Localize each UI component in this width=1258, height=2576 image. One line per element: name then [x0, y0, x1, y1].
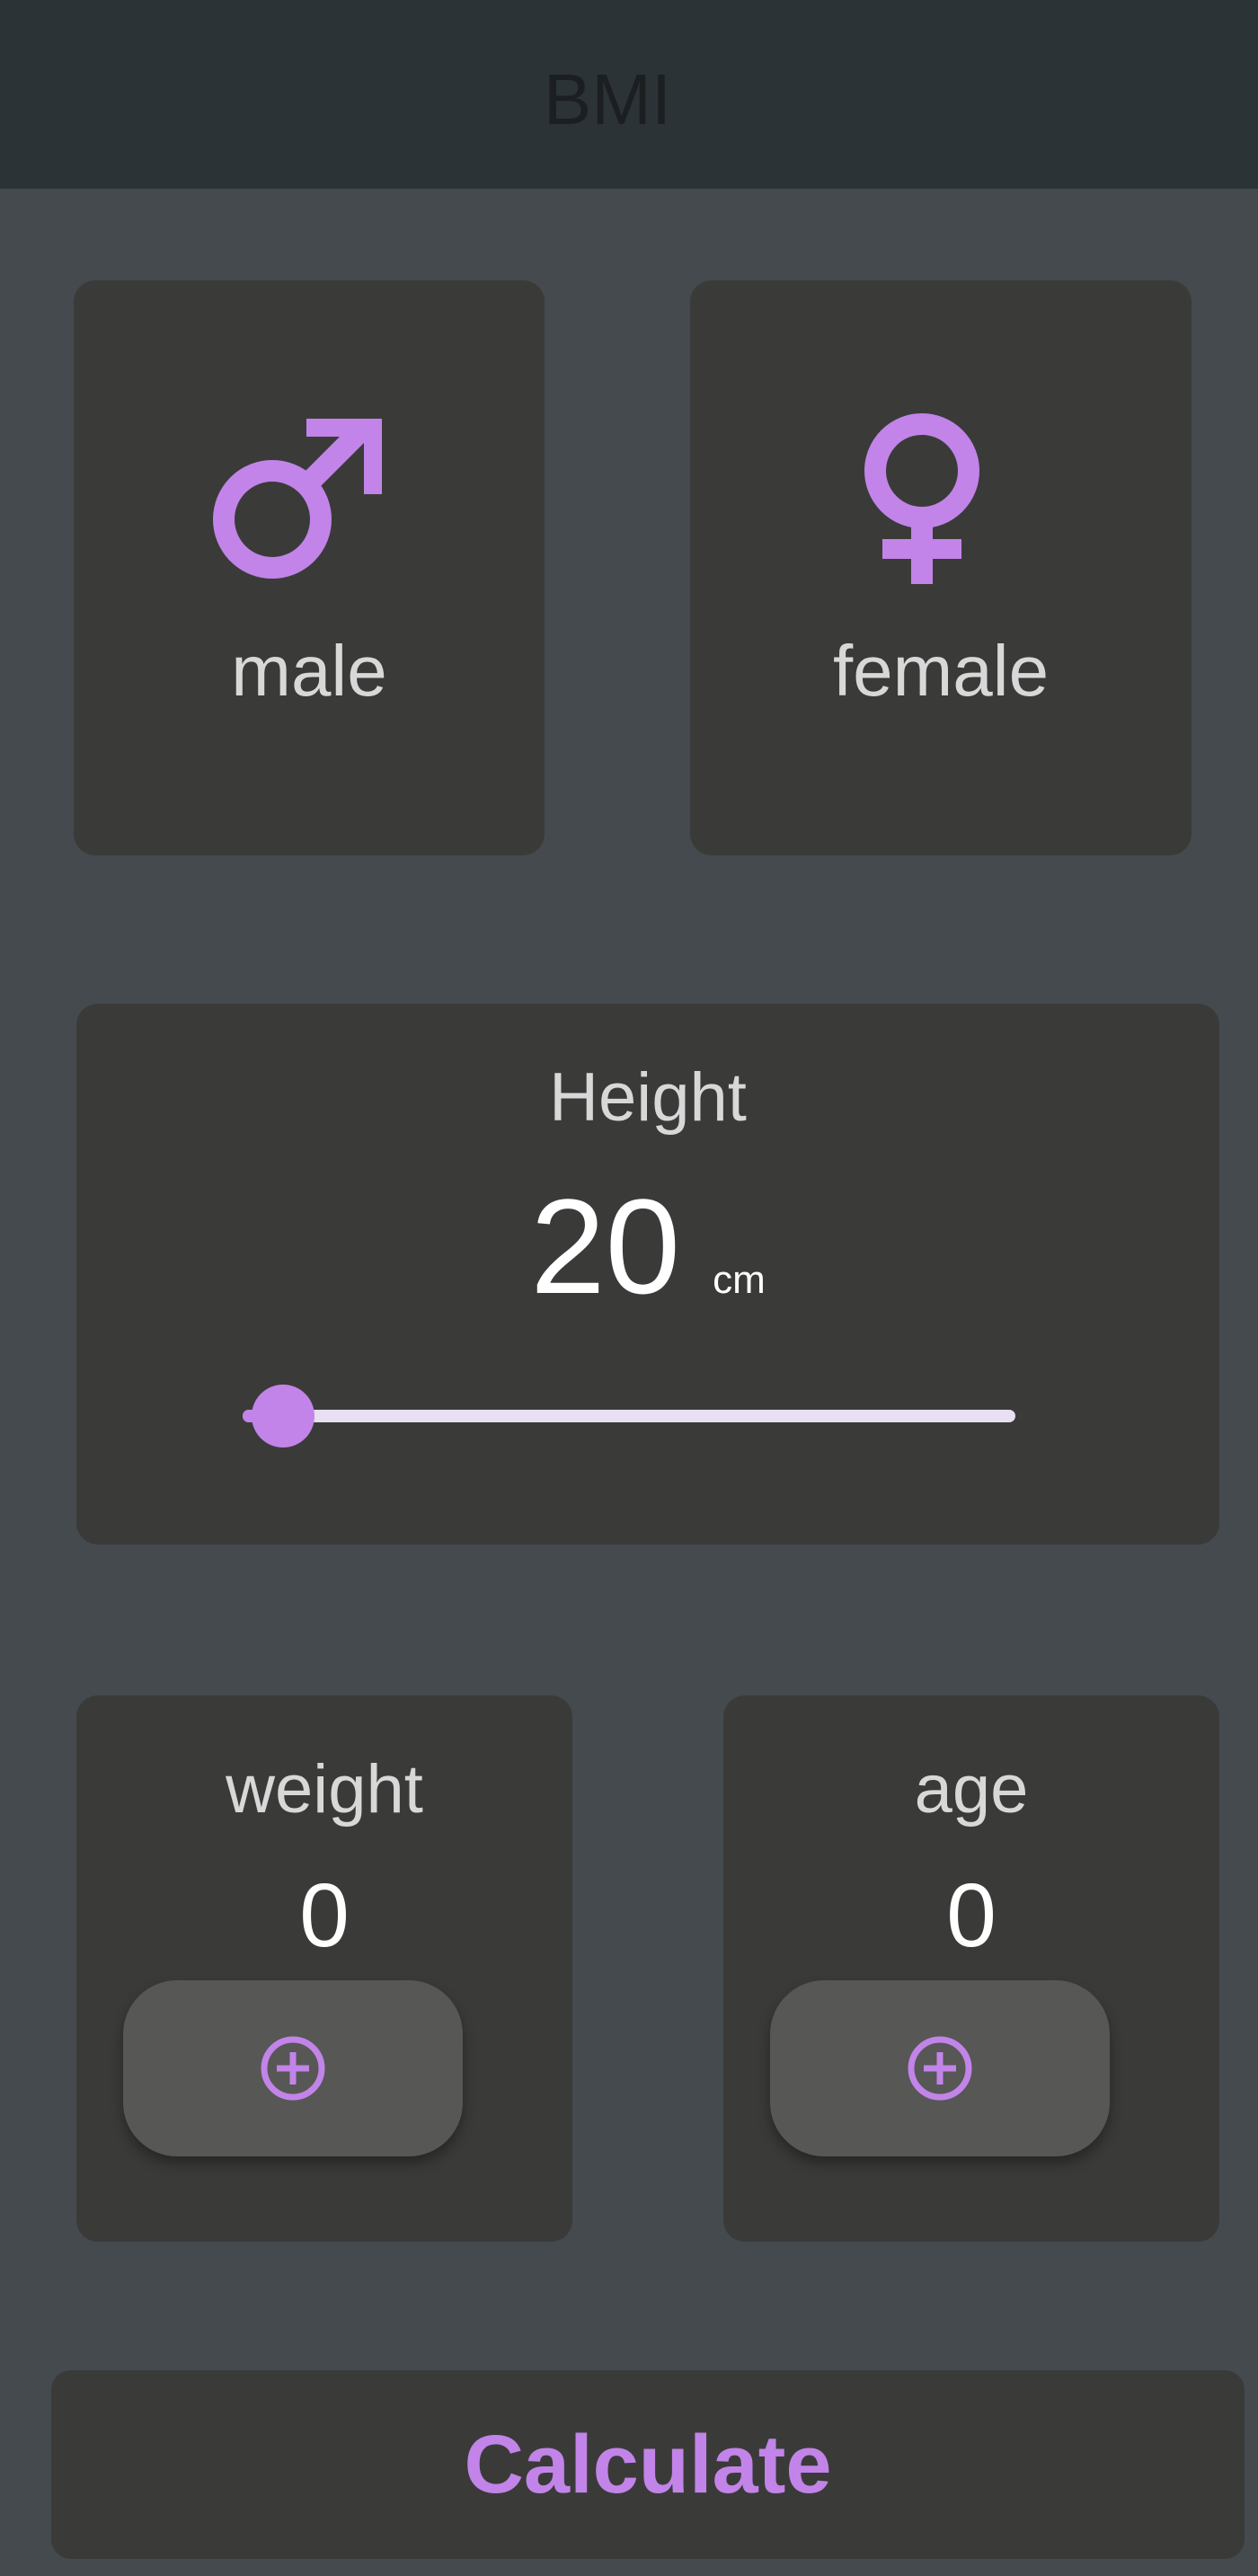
female-card[interactable]: female — [690, 280, 1192, 855]
add-circle-icon — [908, 2036, 972, 2101]
weight-card: weight 0 — [76, 1695, 572, 2242]
height-slider-track[interactable] — [243, 1410, 1015, 1422]
height-title: Height — [549, 1059, 747, 1136]
height-card: Height 20 cm — [76, 1004, 1219, 1545]
add-circle-icon — [261, 2036, 325, 2101]
weight-label: weight — [226, 1751, 423, 1828]
height-value: 20 — [530, 1171, 681, 1322]
app-title: BMI — [543, 59, 672, 139]
age-increment-button[interactable] — [770, 1980, 1110, 2156]
age-card: age 0 — [723, 1695, 1219, 2242]
age-label: age — [914, 1751, 1029, 1828]
female-symbol-icon — [864, 413, 979, 584]
calculate-button[interactable]: Calculate — [51, 2370, 1245, 2559]
weight-value: 0 — [299, 1865, 350, 1966]
height-unit: cm — [713, 1258, 766, 1302]
weight-increment-button[interactable] — [123, 1980, 463, 2156]
app-bar: BMI — [0, 0, 1258, 189]
height-slider-thumb[interactable] — [252, 1385, 314, 1447]
calculate-label: Calculate — [464, 2419, 832, 2510]
female-label: female — [832, 631, 1050, 711]
male-symbol-icon — [213, 419, 382, 579]
age-value: 0 — [946, 1865, 997, 1966]
height-readout: 20 cm — [76, 1174, 1219, 1318]
male-label: male — [231, 631, 387, 711]
male-card[interactable]: male — [74, 280, 545, 855]
